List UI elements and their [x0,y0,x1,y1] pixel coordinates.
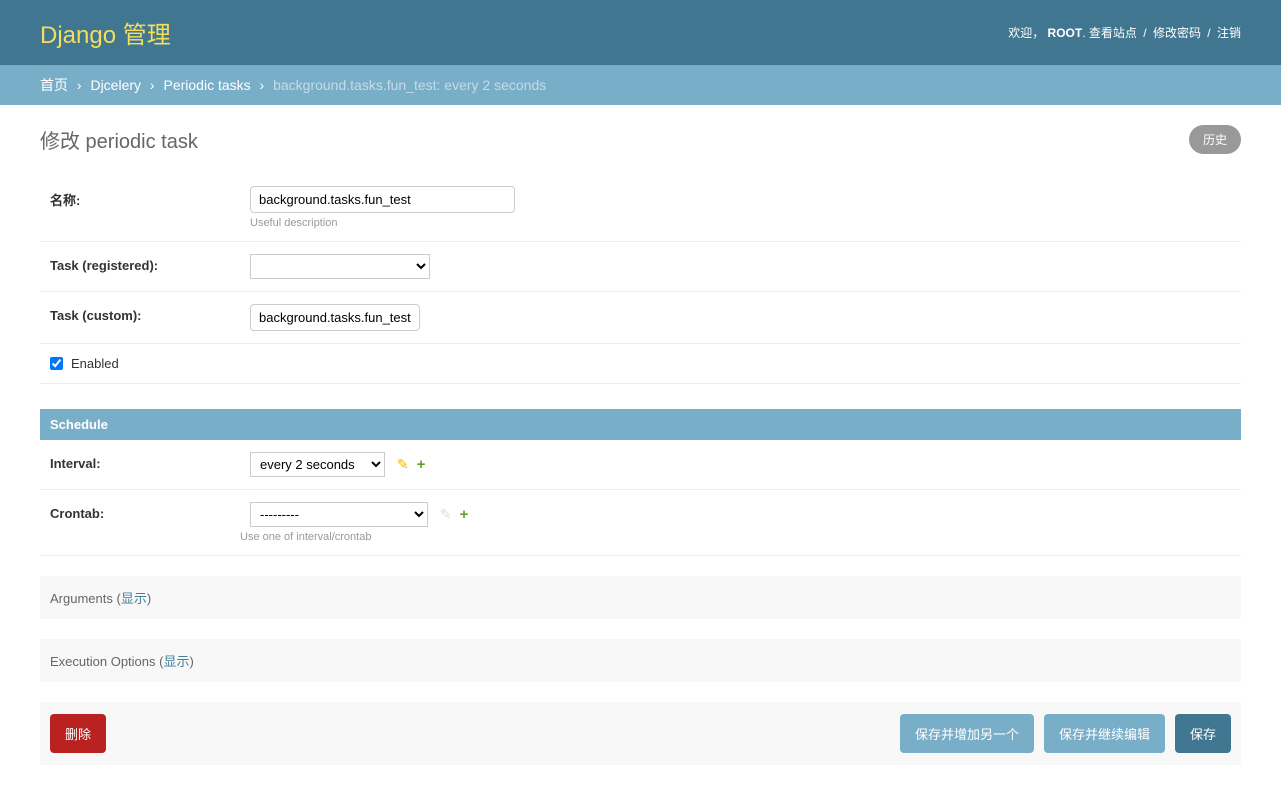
username: ROOT [1048,26,1083,40]
branding[interactable]: Django 管理 [40,15,171,50]
field-task-registered-row: Task (registered): [40,242,1241,292]
task-custom-input[interactable] [250,304,420,331]
breadcrumb-app[interactable]: Djcelery [90,77,141,93]
execution-suffix: ) [189,654,193,669]
change-password-link[interactable]: 修改密码 [1153,26,1201,40]
arguments-suffix: ) [147,591,151,606]
schedule-header: Schedule [40,409,1241,440]
user-tools: 欢迎， ROOT. 查看站点 / 修改密码 / 注销 [1008,24,1241,41]
breadcrumb-model[interactable]: Periodic tasks [163,77,250,93]
interval-select[interactable]: every 2 seconds [250,452,385,477]
plus-icon[interactable]: + [417,456,426,473]
arguments-prefix: Arguments ( [50,591,121,606]
enabled-label[interactable]: Enabled [71,356,119,371]
submit-row: 删除 保存并增加另一个 保存并继续编辑 保存 [40,702,1241,765]
execution-options-section: Execution Options (显示) [40,639,1241,682]
pencil-icon[interactable]: ✎ [440,506,452,523]
field-interval-row: Interval: every 2 seconds ✎ + [40,440,1241,490]
name-label: 名称: [50,186,250,209]
content: 修改 periodic task 历史 名称: Useful descripti… [0,105,1281,785]
task-custom-label: Task (custom): [50,304,250,323]
crontab-select[interactable]: --------- [250,502,428,527]
field-crontab-row: Crontab: --------- ✎ + Use one of interv… [40,490,1241,556]
field-name-row: 名称: Useful description [40,174,1241,242]
delete-button[interactable]: 删除 [50,714,106,753]
enabled-checkbox[interactable] [50,357,63,370]
name-input[interactable] [250,186,515,213]
breadcrumb: 首页 › Djcelery › Periodic tasks › backgro… [0,65,1281,105]
breadcrumb-current: background.tasks.fun_test: every 2 secon… [273,77,546,93]
save-add-another-button[interactable]: 保存并增加另一个 [900,714,1034,753]
task-registered-label: Task (registered): [50,254,250,273]
page-title: 修改 periodic task [40,125,198,154]
name-help: Useful description [250,217,1231,229]
arguments-show-link[interactable]: 显示 [121,591,147,606]
view-site-link[interactable]: 查看站点 [1089,26,1137,40]
pencil-icon[interactable]: ✎ [397,456,409,473]
plus-icon[interactable]: + [460,506,469,523]
task-registered-select[interactable] [250,254,430,279]
field-task-custom-row: Task (custom): [40,292,1241,344]
execution-show-link[interactable]: 显示 [163,654,189,669]
save-button[interactable]: 保存 [1175,714,1231,753]
logout-link[interactable]: 注销 [1217,26,1241,40]
save-continue-button[interactable]: 保存并继续编辑 [1044,714,1165,753]
execution-prefix: Execution Options ( [50,654,163,669]
arguments-section: Arguments (显示) [40,576,1241,619]
breadcrumb-home[interactable]: 首页 [40,77,68,93]
crontab-label: Crontab: [50,502,250,521]
field-enabled-row: Enabled [40,344,1241,384]
welcome-text: 欢迎， [1008,26,1044,40]
header: Django 管理 欢迎， ROOT. 查看站点 / 修改密码 / 注销 [0,0,1281,65]
history-button[interactable]: 历史 [1189,125,1241,154]
crontab-help: Use one of interval/crontab [240,531,1231,543]
interval-label: Interval: [50,452,250,471]
